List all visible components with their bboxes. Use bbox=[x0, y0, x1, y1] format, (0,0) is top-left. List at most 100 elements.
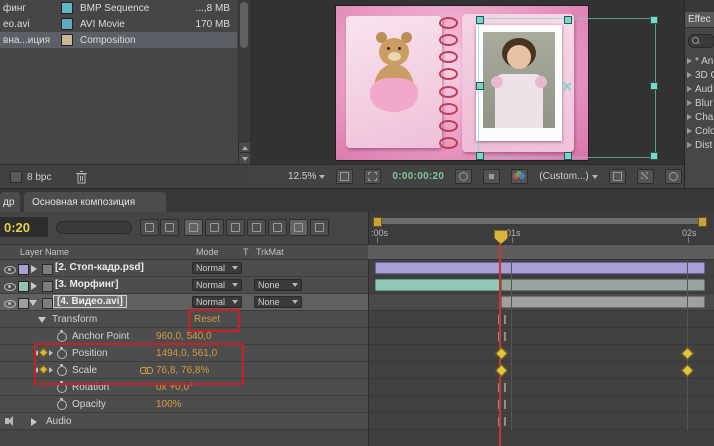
selection-handle[interactable] bbox=[650, 82, 658, 90]
mini-flowchart-icon[interactable] bbox=[140, 219, 159, 236]
resolution-select[interactable]: (Custom...) bbox=[539, 171, 598, 182]
grid-guides-icon[interactable] bbox=[336, 169, 354, 184]
layer-row[interactable]: [2. Стоп-кадр.psd] Normal bbox=[0, 260, 714, 277]
stopwatch-icon[interactable] bbox=[57, 347, 67, 359]
property-value[interactable]: 0x +0,0° bbox=[156, 382, 193, 393]
exposure-icon[interactable] bbox=[664, 169, 682, 184]
keyframe-navigator[interactable] bbox=[34, 347, 53, 358]
selection-handle[interactable] bbox=[650, 16, 658, 24]
scroll-down-icon[interactable] bbox=[239, 152, 250, 164]
property-value[interactable]: 1494,0, 561,0 bbox=[156, 348, 217, 359]
eye-icon[interactable] bbox=[4, 283, 16, 291]
property-value[interactable]: 960,0, 540,0 bbox=[156, 331, 212, 342]
scrollbar-thumb[interactable] bbox=[240, 2, 248, 48]
blend-mode-select[interactable]: Normal bbox=[192, 296, 242, 308]
color-depth-icon[interactable] bbox=[10, 171, 22, 183]
project-row[interactable]: ео.avi AVI Movie 170 MB bbox=[0, 16, 237, 32]
time-ruler[interactable]: :00s 01s 02s bbox=[368, 212, 714, 244]
property-value[interactable]: 76,8, 76,8% bbox=[156, 365, 209, 376]
eye-icon[interactable] bbox=[4, 266, 16, 274]
bit-depth-label[interactable]: 8 bpc bbox=[27, 172, 51, 183]
eye-icon[interactable] bbox=[4, 300, 16, 308]
disclosure-icon[interactable] bbox=[38, 317, 46, 323]
property-row[interactable]: Anchor Point 960,0, 540,0 bbox=[0, 328, 714, 345]
disclosure-icon[interactable] bbox=[31, 265, 37, 273]
draft-3d-icon[interactable] bbox=[160, 219, 179, 236]
effects-panel-tab[interactable]: Effec bbox=[685, 12, 714, 28]
reset-link[interactable]: Reset bbox=[194, 314, 220, 325]
effects-category[interactable]: Chan bbox=[687, 110, 714, 124]
anchor-point-icon[interactable] bbox=[561, 81, 572, 92]
col-trkmat[interactable]: TrkMat bbox=[256, 247, 284, 257]
selection-handle[interactable] bbox=[564, 152, 572, 160]
graph-editor-icon[interactable] bbox=[310, 219, 329, 236]
effects-search-input[interactable] bbox=[688, 34, 714, 48]
constrain-link-icon[interactable] bbox=[140, 367, 153, 374]
layer-row-selected[interactable]: [4. Видео.avi] Normal None bbox=[0, 294, 714, 311]
keyframe-icon[interactable] bbox=[681, 364, 694, 377]
snapshot-camera-icon[interactable] bbox=[455, 169, 473, 184]
transparency-grid-icon[interactable] bbox=[636, 169, 654, 184]
property-row[interactable]: Rotation 0x +0,0° bbox=[0, 379, 714, 396]
layer-selection-box[interactable] bbox=[476, 16, 658, 160]
trash-icon[interactable] bbox=[75, 170, 88, 184]
timeline-search-input[interactable] bbox=[56, 221, 132, 234]
stopwatch-icon[interactable] bbox=[57, 381, 67, 393]
selection-handle[interactable] bbox=[564, 16, 572, 24]
effects-category[interactable]: Blur bbox=[687, 96, 714, 110]
disclosure-icon[interactable] bbox=[29, 300, 37, 306]
layer-name[interactable]: [2. Стоп-кадр.psd] bbox=[55, 262, 144, 273]
disclosure-icon[interactable] bbox=[31, 282, 37, 290]
shy-layers-icon[interactable] bbox=[205, 219, 224, 236]
work-area-bar[interactable] bbox=[375, 218, 703, 224]
keyframe-icon[interactable] bbox=[681, 347, 694, 360]
stopwatch-icon[interactable] bbox=[57, 330, 67, 342]
show-snapshot-icon[interactable] bbox=[483, 169, 501, 184]
magnification-select[interactable]: 12.5% bbox=[288, 171, 326, 182]
effects-category[interactable]: * An bbox=[687, 54, 714, 68]
label-color-chip[interactable] bbox=[18, 264, 29, 275]
region-of-interest-icon[interactable] bbox=[364, 169, 382, 184]
layer-name[interactable]: [3. Морфинг] bbox=[55, 279, 118, 290]
blend-mode-select[interactable]: Normal bbox=[192, 279, 242, 291]
project-row[interactable]: финг BMP Sequence ...,8 MB bbox=[0, 0, 237, 16]
col-mode[interactable]: Mode bbox=[196, 247, 219, 257]
blend-mode-select[interactable]: Normal bbox=[192, 262, 242, 274]
current-time-display[interactable]: 0:20 bbox=[0, 217, 48, 237]
effects-category[interactable]: Dist bbox=[687, 138, 714, 152]
property-row[interactable]: Opacity 100% bbox=[0, 396, 714, 413]
brainstorm-icon[interactable] bbox=[268, 219, 287, 236]
project-scrollbar[interactable] bbox=[238, 0, 250, 164]
effects-category[interactable]: 3D C bbox=[687, 68, 714, 82]
comp-timecode[interactable]: 0:00:00:20 bbox=[392, 171, 444, 182]
show-channels-icon[interactable] bbox=[511, 169, 529, 184]
property-row-position[interactable]: Position 1494,0, 561,0 bbox=[0, 345, 714, 362]
stopwatch-icon[interactable] bbox=[57, 364, 67, 376]
col-t[interactable]: T bbox=[243, 247, 249, 257]
stopwatch-icon[interactable] bbox=[57, 398, 67, 410]
frame-blend-icon[interactable] bbox=[226, 219, 245, 236]
effects-category[interactable]: Colo bbox=[687, 124, 714, 138]
col-layer-name[interactable]: Layer Name bbox=[20, 247, 69, 257]
trkmat-select[interactable]: None bbox=[254, 296, 302, 308]
trkmat-select[interactable]: None bbox=[254, 279, 302, 291]
timeline-tab-other[interactable]: др bbox=[0, 192, 20, 213]
property-value[interactable]: 100% bbox=[156, 399, 182, 410]
current-time-line[interactable] bbox=[499, 243, 501, 446]
project-row-selected[interactable]: вна...иция Composition bbox=[0, 32, 237, 48]
auto-keyframe-icon[interactable] bbox=[289, 219, 308, 236]
disclosure-icon[interactable] bbox=[31, 418, 37, 426]
keyframe-icon[interactable] bbox=[495, 364, 508, 377]
keyframe-navigator[interactable] bbox=[34, 364, 53, 375]
layer-duration-bar[interactable] bbox=[375, 262, 705, 274]
audio-group-row[interactable]: Audio bbox=[0, 413, 714, 430]
current-time-indicator[interactable] bbox=[494, 230, 508, 244]
selection-handle[interactable] bbox=[650, 152, 658, 160]
timeline-tab-active[interactable]: Основная композиция bbox=[24, 192, 166, 213]
layer-name[interactable]: [4. Видео.avi] bbox=[53, 295, 127, 308]
speaker-icon[interactable] bbox=[5, 416, 13, 426]
label-color-chip[interactable] bbox=[18, 281, 29, 292]
selection-handle[interactable] bbox=[476, 82, 484, 90]
work-area-end-handle[interactable] bbox=[698, 217, 707, 227]
label-color-chip[interactable] bbox=[18, 298, 29, 309]
